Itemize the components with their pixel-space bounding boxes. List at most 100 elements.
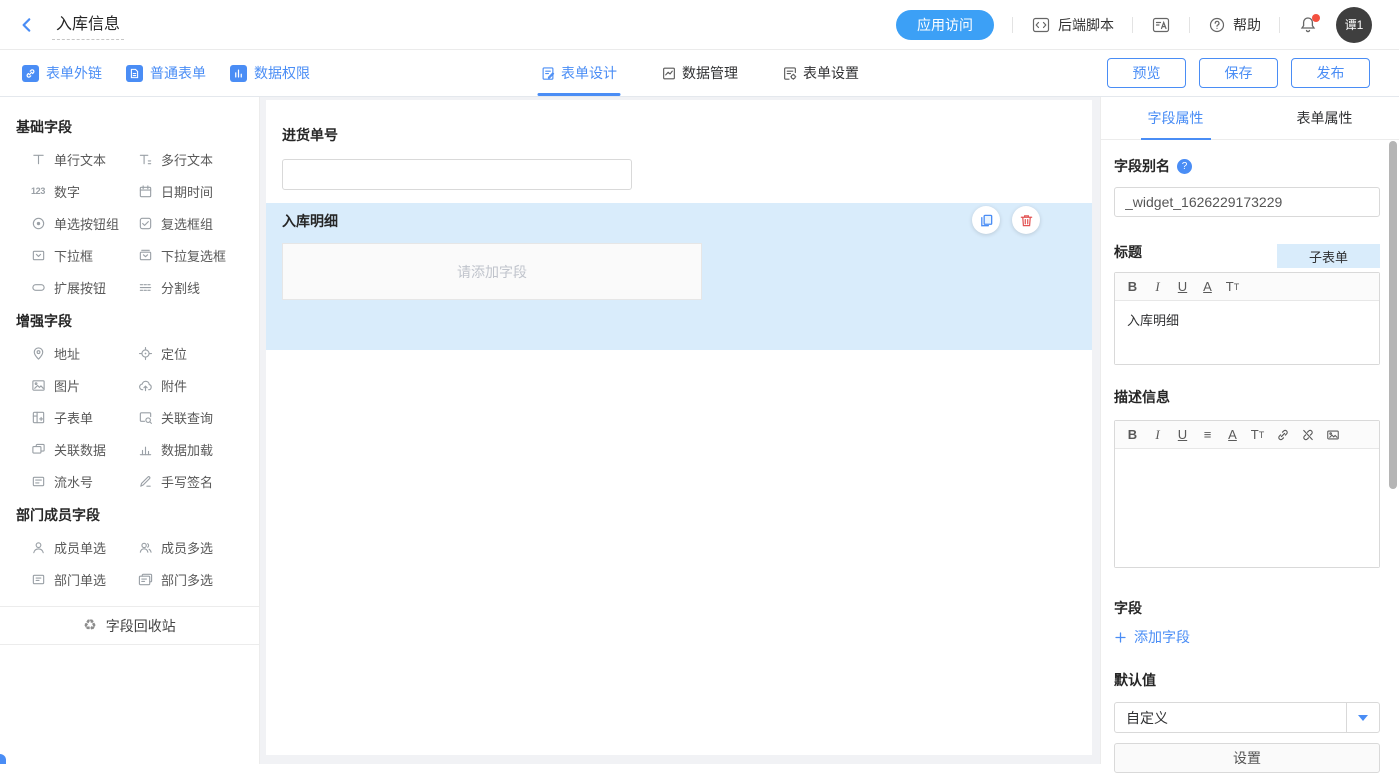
preview-button[interactable]: 预览	[1107, 58, 1186, 88]
plus-icon	[1114, 631, 1127, 644]
delete-widget-button[interactable]	[1012, 206, 1040, 234]
field-item-radio-group[interactable]: 单选按钮组	[30, 207, 137, 239]
italic-button[interactable]: I	[1145, 276, 1170, 298]
palette-section-grid: 单行文本 多行文本123数字日期时间单选按钮组复选框组下拉框下拉复选框扩展按钮分割…	[30, 143, 243, 303]
header-divider	[1132, 17, 1133, 33]
field-item-location[interactable]: 定位	[137, 337, 244, 369]
field-item-dropdown-multi[interactable]: 下拉复选框	[137, 239, 244, 271]
italic-button[interactable]: I	[1145, 424, 1170, 446]
field-item-data-load[interactable]: 数据加载	[137, 433, 244, 465]
save-button[interactable]: 保存	[1199, 58, 1278, 88]
app-access-button[interactable]: 应用访问	[896, 10, 994, 40]
font-color-button[interactable]: A	[1195, 276, 1220, 298]
multi-line-text-icon	[137, 152, 153, 167]
backend-script-button[interactable]: 后端脚本	[1031, 15, 1114, 35]
field-item-linked-data[interactable]: 关联数据	[30, 433, 137, 465]
tab-form-design[interactable]: 表单设计	[540, 50, 617, 96]
field-palette-sidebar: 基础字段单行文本多行文本123数字日期时间单选按钮组复选框组下拉框下拉复选框扩展…	[0, 97, 260, 764]
font-color-button[interactable]: A	[1220, 424, 1245, 446]
title-editor-toolbar: BIUATT	[1115, 273, 1379, 301]
font-size-button[interactable]: TT	[1245, 424, 1270, 446]
publish-button[interactable]: 发布	[1291, 58, 1370, 88]
form-toolbar: 表单外链 普通表单 数据权限 表单设计数据管理表单设置 预览保存发布	[0, 50, 1399, 97]
underline-button[interactable]: U	[1170, 276, 1195, 298]
field-item-address[interactable]: 地址	[30, 337, 137, 369]
field-item-checkbox-group[interactable]: 复选框组	[137, 207, 244, 239]
field-item-divider[interactable]: 分割线	[137, 271, 244, 303]
divider-icon	[137, 280, 153, 295]
palette-section-title: 增强字段	[16, 311, 243, 331]
default-value-label: 默认值	[1114, 670, 1380, 690]
field-item-label: 部门单选	[54, 570, 106, 589]
field-item-dept-single[interactable]: 部门单选	[30, 563, 137, 595]
tab-data-manage[interactable]: 数据管理	[661, 50, 738, 96]
field-item-dropdown[interactable]: 下拉框	[30, 239, 137, 271]
underline-button[interactable]: U	[1170, 424, 1195, 446]
field-item-label: 部门多选	[161, 570, 213, 589]
remove-link-button[interactable]	[1295, 424, 1320, 446]
bold-button[interactable]: B	[1120, 276, 1145, 298]
translate-icon	[1151, 15, 1171, 35]
help-button[interactable]: 帮助	[1208, 15, 1261, 35]
field-item-serial-number[interactable]: 流水号	[30, 465, 137, 497]
checkbox-group-icon	[137, 216, 153, 231]
back-icon[interactable]	[18, 16, 36, 34]
toolbar-item-form-external-link[interactable]: 表单外链	[22, 63, 102, 83]
text-field-label: 进货单号	[282, 125, 1076, 145]
field-item-single-line-text[interactable]: 单行文本	[30, 143, 137, 175]
code-icon	[1031, 15, 1051, 35]
copy-widget-button[interactable]	[972, 206, 1000, 234]
text-field-input[interactable]	[282, 159, 632, 190]
radio-group-icon	[30, 216, 46, 231]
properties-tab-form-props[interactable]: 表单属性	[1250, 97, 1399, 139]
serial-number-icon	[30, 474, 46, 489]
field-item-lookup-query[interactable]: 关联查询	[137, 401, 244, 433]
alias-label: 字段别名	[1114, 156, 1170, 176]
subform-dropzone[interactable]: 请添加字段	[282, 243, 702, 300]
field-item-dept-multi[interactable]: 部门多选	[137, 563, 244, 595]
insert-image-button[interactable]	[1320, 424, 1345, 446]
font-size-button[interactable]: TT	[1220, 276, 1245, 298]
field-item-member-multi[interactable]: 成员多选	[137, 531, 244, 563]
field-item-member-single[interactable]: 成员单选	[30, 531, 137, 563]
subform-widget-selected[interactable]: 入库明细 请添加字段	[266, 203, 1092, 350]
add-field-button[interactable]: 添加字段	[1114, 627, 1190, 647]
settings-button[interactable]: 设置	[1114, 743, 1380, 773]
tab-form-settings[interactable]: 表单设置	[782, 50, 859, 96]
translate-button[interactable]	[1151, 15, 1171, 35]
recycle-icon: ♻	[83, 618, 96, 633]
description-editor-body[interactable]	[1115, 449, 1379, 567]
title-editor-body[interactable]: 入库明细	[1115, 301, 1379, 364]
toolbar-item-data-permission[interactable]: 数据权限	[230, 63, 310, 83]
select-caret-box[interactable]	[1346, 703, 1379, 732]
page-title[interactable]: 入库信息	[52, 10, 124, 40]
single-line-text-icon	[30, 152, 46, 167]
default-value-select[interactable]: 自定义	[1114, 702, 1380, 733]
field-item-multi-line-text[interactable]: 多行文本	[137, 143, 244, 175]
bold-button[interactable]: B	[1120, 424, 1145, 446]
notification-bell-icon[interactable]	[1298, 15, 1318, 35]
field-item-image[interactable]: 图片	[30, 369, 137, 401]
data-manage-icon	[661, 66, 676, 81]
field-item-signature[interactable]: 手写签名	[137, 465, 244, 497]
field-item-attachment[interactable]: 附件	[137, 369, 244, 401]
data-load-icon	[137, 442, 153, 457]
field-item-datetime[interactable]: 日期时间	[137, 175, 244, 207]
alias-input[interactable]	[1114, 187, 1380, 217]
text-field-widget[interactable]: 进货单号	[266, 100, 1092, 190]
field-item-expand-button[interactable]: 扩展按钮	[30, 271, 137, 303]
properties-tab-field-props[interactable]: 字段属性	[1101, 97, 1250, 139]
field-recycle-bin-button[interactable]: ♻ 字段回收站	[0, 606, 259, 645]
alias-help-icon[interactable]: ?	[1177, 159, 1192, 174]
field-item-label: 单行文本	[54, 150, 106, 169]
lookup-query-icon	[137, 410, 153, 425]
insert-link-button[interactable]	[1270, 424, 1295, 446]
toolbar-item-normal-form[interactable]: 普通表单	[126, 63, 206, 83]
properties-body: 字段别名 ? 标题 子表单 BIUATT 入库明细 描述信息 BIU≡ATT 字…	[1101, 140, 1399, 773]
field-item-subform[interactable]: 子表单	[30, 401, 137, 433]
field-item-number[interactable]: 123数字	[30, 175, 137, 207]
avatar[interactable]: 谭1	[1336, 7, 1372, 43]
toolbar-item-label: 表单外链	[46, 63, 102, 83]
panel-scrollbar[interactable]	[1389, 141, 1397, 489]
align-button[interactable]: ≡	[1195, 424, 1220, 446]
